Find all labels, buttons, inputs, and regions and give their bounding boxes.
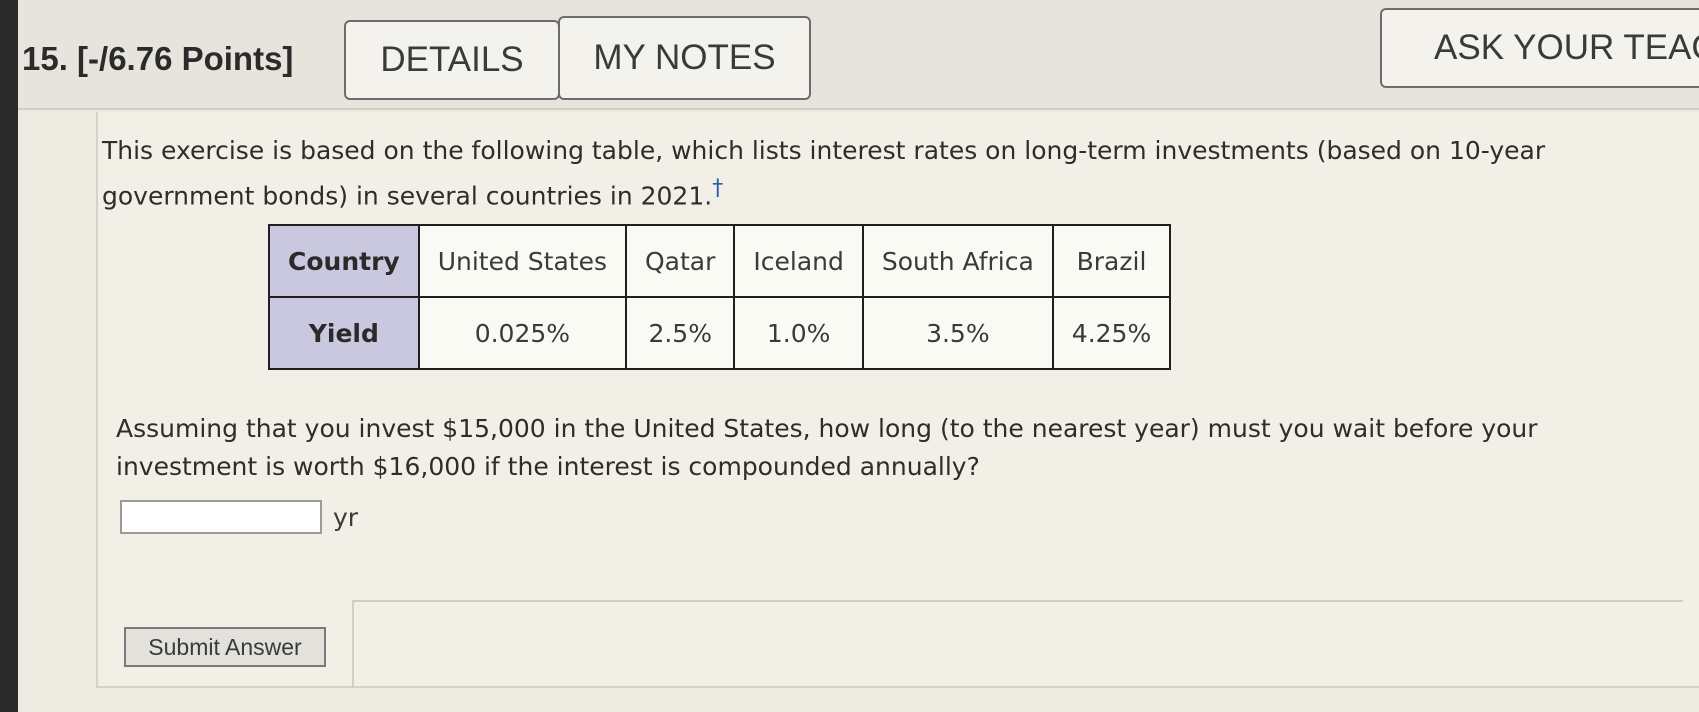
yield-cell: 2.5% [624, 296, 736, 370]
header-cell-yield: Yield [268, 296, 420, 370]
question-prompt: Assuming that you invest $15,000 in the … [116, 414, 1538, 481]
country-cell: Qatar [624, 224, 736, 298]
table-row-yield: Yield 0.025% 2.5% 1.0% 3.5% 4.25% [268, 296, 1172, 370]
details-button[interactable]: DETAILS [344, 20, 560, 100]
answer-unit-label: yr [333, 503, 359, 532]
country-cell: Iceland [733, 224, 864, 298]
country-cell: United States [417, 224, 628, 298]
exercise-intro: This exercise is based on the following … [102, 132, 1662, 215]
question-header: 15. [-/6.76 Points] DETAILS MY NOTES ASK… [18, 0, 1699, 110]
exercise-intro-text: This exercise is based on the following … [102, 136, 1546, 211]
country-cell: South Africa [861, 224, 1054, 298]
interest-rate-table: Country United States Qatar Iceland Sout… [268, 224, 1172, 370]
table-row-country: Country United States Qatar Iceland Sout… [268, 224, 1172, 298]
yield-cell: 0.025% [417, 296, 628, 370]
yield-cell: 1.0% [733, 296, 864, 370]
header-cell-country: Country [268, 224, 420, 298]
answer-input[interactable] [120, 500, 322, 534]
footnote-marker[interactable]: † [712, 176, 723, 201]
submit-area-divider [352, 600, 1683, 688]
yield-cell: 4.25% [1051, 296, 1172, 370]
my-notes-button[interactable]: MY NOTES [558, 16, 811, 100]
ask-your-teacher-button[interactable]: ASK YOUR TEACHER [1380, 8, 1699, 88]
submit-answer-button[interactable]: Submit Answer [124, 627, 326, 667]
yield-cell: 3.5% [861, 296, 1054, 370]
country-cell: Brazil [1051, 224, 1172, 298]
question-points-label: 15. [-/6.76 Points] [22, 40, 294, 77]
